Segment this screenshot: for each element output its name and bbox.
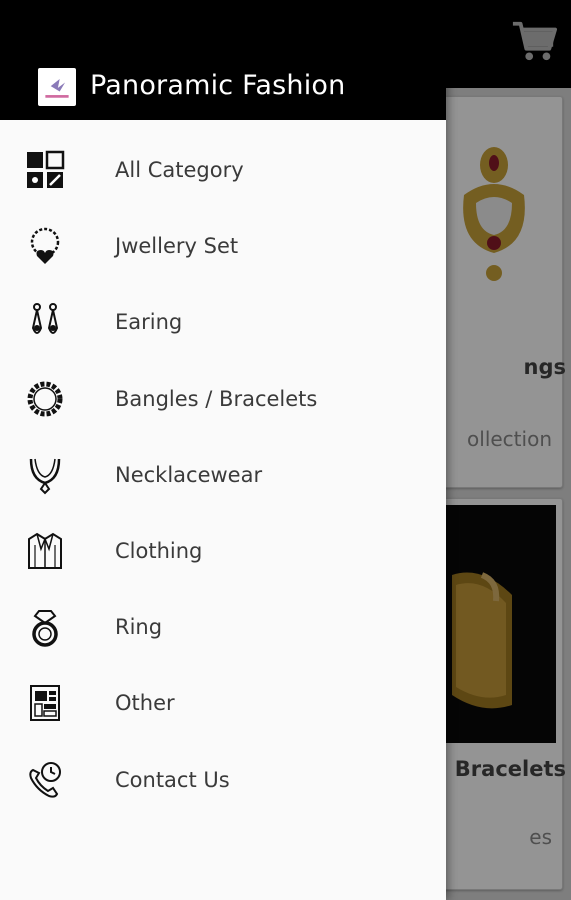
- menu-item-clothing[interactable]: Clothing: [0, 513, 446, 589]
- menu-item-ring[interactable]: Ring: [0, 589, 446, 665]
- menu-item-label: Jwellery Set: [115, 234, 239, 259]
- shirt-icon: [24, 530, 66, 572]
- brand-title: Panoramic Fashion: [90, 70, 346, 101]
- bangle-icon: [24, 378, 66, 420]
- menu-item-label: Clothing: [115, 539, 203, 564]
- menu-item-jwellery-set[interactable]: Jwellery Set: [0, 208, 446, 284]
- grid-category-icon: [24, 149, 66, 191]
- menu-item-label: Ring: [115, 615, 163, 640]
- earring-icon: [24, 301, 66, 343]
- menu-item-label: Other: [115, 691, 175, 716]
- menu-item-label: Necklacewear: [115, 462, 263, 487]
- drawer-header: Panoramic Fashion: [0, 0, 446, 120]
- menu-item-label: All Category: [115, 158, 244, 183]
- phone-clock-icon: [24, 759, 66, 801]
- menu-item-label: Contact Us: [115, 767, 230, 792]
- box-icon: [24, 682, 66, 724]
- menu-item-earing[interactable]: Earing: [0, 284, 446, 360]
- menu-item-necklacewear[interactable]: Necklacewear: [0, 437, 446, 513]
- navigation-drawer: Panoramic Fashion All Category Jwellery …: [0, 0, 446, 900]
- menu-item-other[interactable]: Other: [0, 665, 446, 741]
- menu-item-all-category[interactable]: All Category: [0, 132, 446, 208]
- drawer-menu: All Category Jwellery Set Earing Bangles…: [0, 132, 446, 818]
- brand-logo-icon: [38, 68, 76, 106]
- necklace-icon: [24, 454, 66, 496]
- menu-item-contact-us[interactable]: Contact Us: [0, 742, 446, 818]
- menu-item-label: Bangles / Bracelets: [115, 386, 318, 411]
- ring-icon: [24, 606, 66, 648]
- necklace-heart-icon: [24, 225, 66, 267]
- menu-item-bangles-bracelets[interactable]: Bangles / Bracelets: [0, 361, 446, 437]
- menu-item-label: Earing: [115, 310, 183, 335]
